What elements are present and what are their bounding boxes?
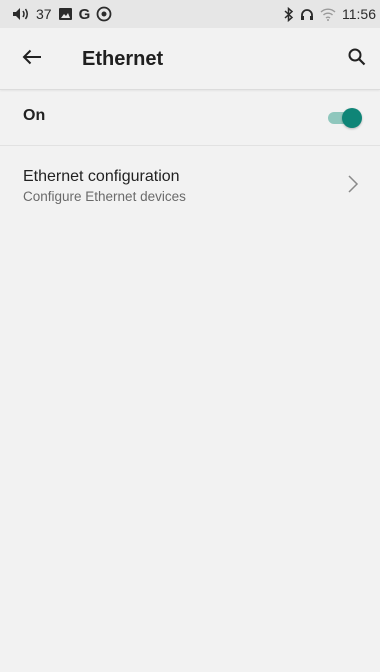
status-time: 11:56 (342, 6, 376, 22)
ethernet-configuration-subtitle: Configure Ethernet devices (23, 189, 186, 204)
volume-icon (12, 6, 30, 22)
status-bar-left: 37 G (12, 6, 112, 23)
ethernet-configuration-title: Ethernet configuration (23, 168, 180, 185)
app-bar: Ethernet (0, 28, 380, 90)
ethernet-on-row[interactable]: On (0, 90, 380, 146)
image-notification-icon (58, 6, 73, 22)
search-icon (348, 48, 366, 71)
search-button[interactable] (342, 44, 372, 74)
ethernet-on-label: On (23, 107, 46, 124)
ethernet-configuration-row[interactable]: Ethernet configuration Configure Etherne… (0, 146, 380, 222)
page-title: Ethernet (82, 48, 164, 70)
headphones-icon (300, 6, 314, 22)
wifi-icon (320, 6, 336, 22)
ethernet-toggle[interactable] (326, 106, 364, 130)
arrow-left-icon (22, 49, 42, 70)
data-saver-icon (96, 6, 112, 22)
toggle-thumb (342, 108, 362, 128)
chevron-right-icon (346, 174, 360, 194)
bluetooth-icon (284, 6, 294, 22)
volume-level-text: 37 (36, 6, 52, 22)
google-notification-icon: G (78, 5, 91, 23)
status-bar: 37 G 11:56 (0, 0, 380, 28)
back-button[interactable] (18, 45, 46, 73)
status-bar-right: 11:56 (284, 6, 376, 22)
